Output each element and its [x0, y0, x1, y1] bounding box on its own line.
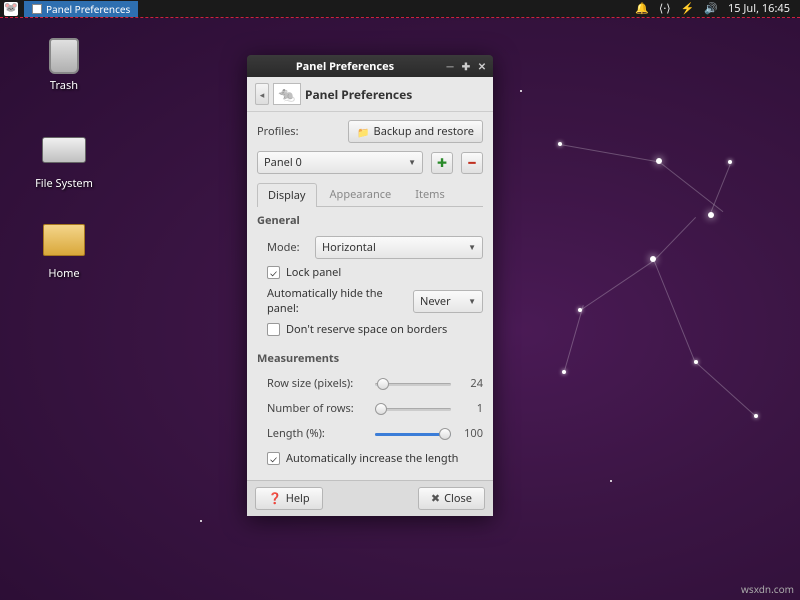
- num-rows-value: 1: [459, 401, 483, 416]
- star: [694, 360, 698, 364]
- section-measurements: Measurements: [257, 351, 483, 366]
- num-rows-label: Number of rows:: [267, 401, 367, 416]
- reserve-space-checkbox[interactable]: [267, 323, 280, 336]
- backup-restore-button[interactable]: 📁 Backup and restore: [348, 120, 483, 143]
- dialog-footer: ❓ Help ✖ Close: [247, 480, 493, 516]
- desktop-icon-trash[interactable]: Trash: [24, 38, 104, 93]
- taskbar-button-label: Panel Preferences: [46, 2, 130, 16]
- constellation-line: [560, 144, 659, 162]
- star: [578, 308, 582, 312]
- nav-back-button[interactable]: ◂: [255, 83, 269, 105]
- star: [558, 142, 562, 146]
- section-general: General: [257, 213, 483, 228]
- constellation-line: [580, 260, 655, 311]
- close-button-label: Close: [444, 491, 472, 506]
- minimize-button[interactable]: ─: [443, 59, 457, 73]
- help-button[interactable]: ❓ Help: [255, 487, 323, 510]
- dialog-heading: Panel Preferences: [305, 86, 412, 103]
- auto-increase-checkbox[interactable]: [267, 452, 280, 465]
- power-icon[interactable]: ⚡: [681, 1, 695, 16]
- mode-value: Horizontal: [322, 240, 376, 255]
- top-panel: Panel Preferences 🔔 ⟨·⟩ ⚡ 🔊 15 Jul, 16:4…: [0, 0, 800, 18]
- length-slider[interactable]: [375, 427, 451, 441]
- row-size-slider[interactable]: [375, 377, 451, 391]
- length-value: 100: [459, 426, 483, 441]
- folder-icon: 📁: [357, 125, 369, 139]
- desktop-icon-home[interactable]: Home: [24, 218, 104, 281]
- close-dialog-button[interactable]: ✖ Close: [418, 487, 485, 510]
- watermark: wsxdn.com: [741, 582, 794, 596]
- desktop-icon-label: Home: [24, 266, 104, 281]
- length-label: Length (%):: [267, 426, 367, 441]
- constellation-line: [564, 305, 584, 373]
- star: [562, 370, 566, 374]
- tab-bar: Display Appearance Items: [257, 182, 483, 207]
- desktop-icon-label: Trash: [24, 78, 104, 93]
- taskbar-button-panel-prefs[interactable]: Panel Preferences: [24, 1, 138, 17]
- drive-icon: [42, 128, 86, 172]
- row-size-value: 24: [459, 376, 483, 391]
- profiles-label: Profiles:: [257, 124, 299, 139]
- constellation-line: [710, 164, 731, 214]
- mode-label: Mode:: [267, 240, 309, 255]
- desktop-icon-label: File System: [24, 176, 104, 191]
- volume-icon[interactable]: 🔊: [704, 1, 718, 16]
- mode-select[interactable]: Horizontal ▼: [315, 236, 483, 259]
- chevron-down-icon: ▼: [468, 242, 476, 253]
- num-rows-slider[interactable]: [375, 402, 451, 416]
- help-button-label: Help: [286, 491, 310, 506]
- chevron-down-icon: ▼: [408, 157, 416, 168]
- auto-increase-label: Automatically increase the length: [286, 451, 458, 466]
- panel-preferences-dialog: Panel Preferences ─ ✚ ✕ ◂ Panel Preferen…: [247, 55, 493, 516]
- home-folder-icon: [42, 218, 86, 262]
- help-icon: ❓: [268, 491, 282, 506]
- notification-icon[interactable]: 🔔: [635, 1, 649, 16]
- network-icon[interactable]: ⟨·⟩: [659, 1, 671, 16]
- autohide-select[interactable]: Never ▼: [413, 290, 483, 313]
- chevron-down-icon: ▼: [468, 296, 476, 307]
- window-icon: [32, 4, 42, 14]
- star: [728, 160, 732, 164]
- autohide-value: Never: [420, 294, 451, 309]
- star: [656, 158, 662, 164]
- window-title: Panel Preferences: [247, 59, 443, 74]
- constellation-line: [654, 217, 696, 261]
- panel-icon: [273, 83, 301, 105]
- star: [708, 212, 714, 218]
- backup-button-label: Backup and restore: [374, 124, 474, 139]
- constellation-line: [696, 362, 756, 416]
- panel-selector-value: Panel 0: [264, 155, 302, 170]
- desktop-icon-filesystem[interactable]: File System: [24, 128, 104, 191]
- reserve-space-label: Don't reserve space on borders: [286, 322, 447, 337]
- titlebar[interactable]: Panel Preferences ─ ✚ ✕: [247, 55, 493, 77]
- tab-display[interactable]: Display: [257, 183, 317, 207]
- lock-panel-checkbox[interactable]: [267, 266, 280, 279]
- add-panel-button[interactable]: ✚: [431, 152, 453, 174]
- row-size-label: Row size (pixels):: [267, 376, 367, 391]
- star: [754, 414, 758, 418]
- star: [200, 520, 202, 522]
- star: [650, 256, 656, 262]
- remove-panel-button[interactable]: ━: [461, 152, 483, 174]
- close-button[interactable]: ✕: [475, 59, 489, 73]
- clock[interactable]: 15 Jul, 16:45: [728, 1, 790, 16]
- constellation-line: [654, 260, 696, 362]
- panel-selector[interactable]: Panel 0 ▼: [257, 151, 423, 174]
- tab-appearance[interactable]: Appearance: [319, 182, 403, 206]
- dialog-header: ◂ Panel Preferences: [247, 77, 493, 112]
- tab-items[interactable]: Items: [404, 182, 455, 206]
- whisker-menu-icon[interactable]: [4, 2, 18, 16]
- star: [610, 480, 612, 482]
- trash-icon: [49, 38, 79, 74]
- star: [520, 90, 522, 92]
- close-icon: ✖: [431, 491, 440, 506]
- lock-panel-label: Lock panel: [286, 265, 341, 280]
- autohide-label: Automatically hide the panel:: [267, 286, 407, 316]
- maximize-button[interactable]: ✚: [459, 59, 473, 73]
